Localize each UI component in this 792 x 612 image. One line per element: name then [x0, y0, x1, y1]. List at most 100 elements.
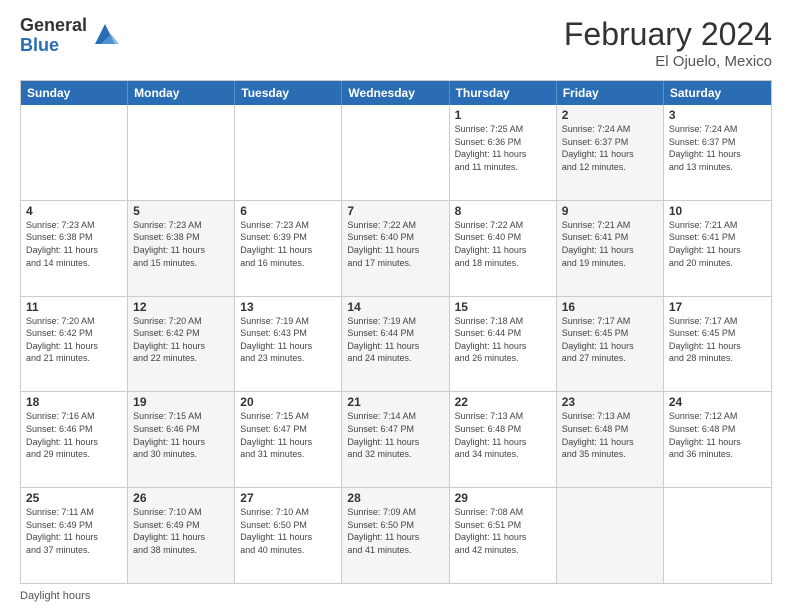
- day-info: Sunrise: 7:15 AM Sunset: 6:47 PM Dayligh…: [240, 410, 336, 460]
- day-number: 17: [669, 300, 766, 314]
- calendar-cell: 9Sunrise: 7:21 AM Sunset: 6:41 PM Daylig…: [557, 201, 664, 296]
- calendar-cell: 1Sunrise: 7:25 AM Sunset: 6:36 PM Daylig…: [450, 105, 557, 200]
- day-info: Sunrise: 7:23 AM Sunset: 6:38 PM Dayligh…: [26, 219, 122, 269]
- day-info: Sunrise: 7:23 AM Sunset: 6:39 PM Dayligh…: [240, 219, 336, 269]
- day-header-saturday: Saturday: [664, 81, 771, 105]
- calendar-cell: 18Sunrise: 7:16 AM Sunset: 6:46 PM Dayli…: [21, 392, 128, 487]
- calendar-cell: 24Sunrise: 7:12 AM Sunset: 6:48 PM Dayli…: [664, 392, 771, 487]
- logo: General Blue: [20, 16, 119, 56]
- calendar-cell: 13Sunrise: 7:19 AM Sunset: 6:43 PM Dayli…: [235, 297, 342, 392]
- calendar-cell: 23Sunrise: 7:13 AM Sunset: 6:48 PM Dayli…: [557, 392, 664, 487]
- logo-general: General: [20, 16, 87, 36]
- day-info: Sunrise: 7:25 AM Sunset: 6:36 PM Dayligh…: [455, 123, 551, 173]
- logo-blue: Blue: [20, 36, 87, 56]
- day-info: Sunrise: 7:21 AM Sunset: 6:41 PM Dayligh…: [669, 219, 766, 269]
- day-info: Sunrise: 7:20 AM Sunset: 6:42 PM Dayligh…: [26, 315, 122, 365]
- day-info: Sunrise: 7:17 AM Sunset: 6:45 PM Dayligh…: [562, 315, 658, 365]
- calendar-cell: [21, 105, 128, 200]
- calendar: SundayMondayTuesdayWednesdayThursdayFrid…: [20, 80, 772, 584]
- day-number: 20: [240, 395, 336, 409]
- calendar-cell: 2Sunrise: 7:24 AM Sunset: 6:37 PM Daylig…: [557, 105, 664, 200]
- calendar-cell: [342, 105, 449, 200]
- day-header-tuesday: Tuesday: [235, 81, 342, 105]
- day-info: Sunrise: 7:08 AM Sunset: 6:51 PM Dayligh…: [455, 506, 551, 556]
- day-number: 1: [455, 108, 551, 122]
- day-number: 24: [669, 395, 766, 409]
- day-number: 22: [455, 395, 551, 409]
- calendar-cell: 26Sunrise: 7:10 AM Sunset: 6:49 PM Dayli…: [128, 488, 235, 583]
- calendar-cell: 8Sunrise: 7:22 AM Sunset: 6:40 PM Daylig…: [450, 201, 557, 296]
- calendar-body: 1Sunrise: 7:25 AM Sunset: 6:36 PM Daylig…: [21, 105, 771, 583]
- calendar-cell: [557, 488, 664, 583]
- day-number: 9: [562, 204, 658, 218]
- day-number: 25: [26, 491, 122, 505]
- day-info: Sunrise: 7:19 AM Sunset: 6:44 PM Dayligh…: [347, 315, 443, 365]
- day-info: Sunrise: 7:24 AM Sunset: 6:37 PM Dayligh…: [669, 123, 766, 173]
- calendar-cell: 10Sunrise: 7:21 AM Sunset: 6:41 PM Dayli…: [664, 201, 771, 296]
- footer: Daylight hours: [20, 590, 772, 602]
- month-title: February 2024: [564, 16, 772, 53]
- day-header-friday: Friday: [557, 81, 664, 105]
- calendar-cell: 11Sunrise: 7:20 AM Sunset: 6:42 PM Dayli…: [21, 297, 128, 392]
- day-number: 11: [26, 300, 122, 314]
- calendar-cell: 22Sunrise: 7:13 AM Sunset: 6:48 PM Dayli…: [450, 392, 557, 487]
- day-number: 2: [562, 108, 658, 122]
- calendar-cell: 12Sunrise: 7:20 AM Sunset: 6:42 PM Dayli…: [128, 297, 235, 392]
- day-number: 28: [347, 491, 443, 505]
- calendar-cell: 16Sunrise: 7:17 AM Sunset: 6:45 PM Dayli…: [557, 297, 664, 392]
- calendar-cell: 6Sunrise: 7:23 AM Sunset: 6:39 PM Daylig…: [235, 201, 342, 296]
- day-info: Sunrise: 7:18 AM Sunset: 6:44 PM Dayligh…: [455, 315, 551, 365]
- header: General Blue February 2024 El Ojuelo, Me…: [20, 16, 772, 70]
- day-header-thursday: Thursday: [450, 81, 557, 105]
- day-number: 27: [240, 491, 336, 505]
- day-info: Sunrise: 7:10 AM Sunset: 6:50 PM Dayligh…: [240, 506, 336, 556]
- calendar-header: SundayMondayTuesdayWednesdayThursdayFrid…: [21, 81, 771, 105]
- calendar-cell: 21Sunrise: 7:14 AM Sunset: 6:47 PM Dayli…: [342, 392, 449, 487]
- day-number: 15: [455, 300, 551, 314]
- calendar-cell: 20Sunrise: 7:15 AM Sunset: 6:47 PM Dayli…: [235, 392, 342, 487]
- calendar-week-4: 18Sunrise: 7:16 AM Sunset: 6:46 PM Dayli…: [21, 391, 771, 487]
- day-info: Sunrise: 7:13 AM Sunset: 6:48 PM Dayligh…: [562, 410, 658, 460]
- day-info: Sunrise: 7:22 AM Sunset: 6:40 PM Dayligh…: [455, 219, 551, 269]
- day-info: Sunrise: 7:17 AM Sunset: 6:45 PM Dayligh…: [669, 315, 766, 365]
- day-info: Sunrise: 7:19 AM Sunset: 6:43 PM Dayligh…: [240, 315, 336, 365]
- calendar-cell: 4Sunrise: 7:23 AM Sunset: 6:38 PM Daylig…: [21, 201, 128, 296]
- day-number: 21: [347, 395, 443, 409]
- day-number: 26: [133, 491, 229, 505]
- day-info: Sunrise: 7:24 AM Sunset: 6:37 PM Dayligh…: [562, 123, 658, 173]
- day-number: 14: [347, 300, 443, 314]
- calendar-cell: 3Sunrise: 7:24 AM Sunset: 6:37 PM Daylig…: [664, 105, 771, 200]
- calendar-cell: 25Sunrise: 7:11 AM Sunset: 6:49 PM Dayli…: [21, 488, 128, 583]
- calendar-cell: 15Sunrise: 7:18 AM Sunset: 6:44 PM Dayli…: [450, 297, 557, 392]
- day-info: Sunrise: 7:15 AM Sunset: 6:46 PM Dayligh…: [133, 410, 229, 460]
- day-number: 6: [240, 204, 336, 218]
- calendar-week-1: 1Sunrise: 7:25 AM Sunset: 6:36 PM Daylig…: [21, 105, 771, 200]
- day-info: Sunrise: 7:09 AM Sunset: 6:50 PM Dayligh…: [347, 506, 443, 556]
- calendar-week-2: 4Sunrise: 7:23 AM Sunset: 6:38 PM Daylig…: [21, 200, 771, 296]
- calendar-week-5: 25Sunrise: 7:11 AM Sunset: 6:49 PM Dayli…: [21, 487, 771, 583]
- day-info: Sunrise: 7:11 AM Sunset: 6:49 PM Dayligh…: [26, 506, 122, 556]
- calendar-cell: 19Sunrise: 7:15 AM Sunset: 6:46 PM Dayli…: [128, 392, 235, 487]
- day-number: 29: [455, 491, 551, 505]
- day-number: 3: [669, 108, 766, 122]
- calendar-cell: 5Sunrise: 7:23 AM Sunset: 6:38 PM Daylig…: [128, 201, 235, 296]
- day-info: Sunrise: 7:22 AM Sunset: 6:40 PM Dayligh…: [347, 219, 443, 269]
- calendar-cell: 17Sunrise: 7:17 AM Sunset: 6:45 PM Dayli…: [664, 297, 771, 392]
- day-number: 23: [562, 395, 658, 409]
- day-info: Sunrise: 7:21 AM Sunset: 6:41 PM Dayligh…: [562, 219, 658, 269]
- day-info: Sunrise: 7:14 AM Sunset: 6:47 PM Dayligh…: [347, 410, 443, 460]
- day-info: Sunrise: 7:16 AM Sunset: 6:46 PM Dayligh…: [26, 410, 122, 460]
- day-header-monday: Monday: [128, 81, 235, 105]
- day-info: Sunrise: 7:10 AM Sunset: 6:49 PM Dayligh…: [133, 506, 229, 556]
- day-number: 10: [669, 204, 766, 218]
- day-number: 12: [133, 300, 229, 314]
- page: General Blue February 2024 El Ojuelo, Me…: [0, 0, 792, 612]
- day-number: 5: [133, 204, 229, 218]
- day-number: 4: [26, 204, 122, 218]
- title-block: February 2024 El Ojuelo, Mexico: [564, 16, 772, 70]
- day-number: 7: [347, 204, 443, 218]
- day-info: Sunrise: 7:23 AM Sunset: 6:38 PM Dayligh…: [133, 219, 229, 269]
- day-number: 18: [26, 395, 122, 409]
- day-info: Sunrise: 7:12 AM Sunset: 6:48 PM Dayligh…: [669, 410, 766, 460]
- day-number: 8: [455, 204, 551, 218]
